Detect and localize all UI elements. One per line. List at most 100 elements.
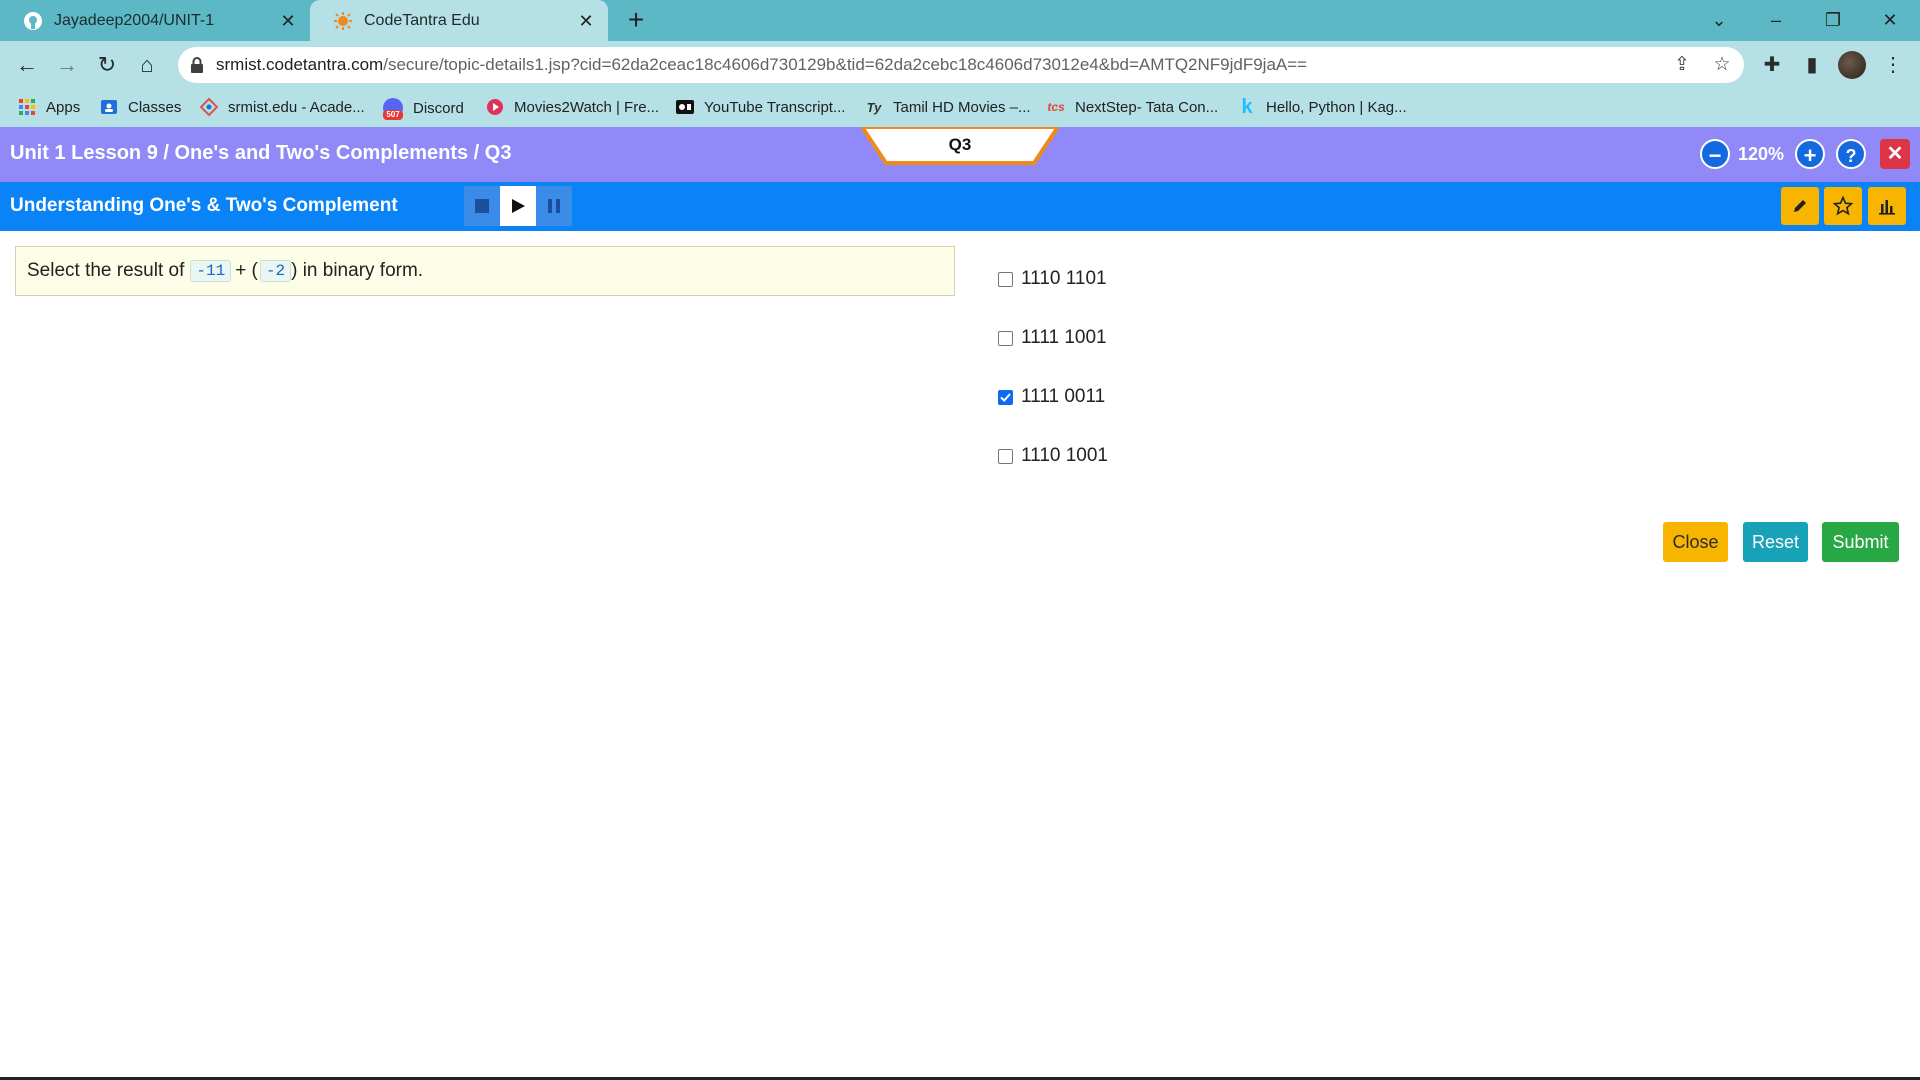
help-icon[interactable]: ?: [1836, 139, 1866, 169]
tab-github[interactable]: Jayadeep2004/UNIT-1 ✕: [0, 0, 310, 41]
operand-code: -11: [190, 260, 232, 282]
bookmark-label: Discord: [413, 99, 464, 117]
stats-chart-icon[interactable]: [1868, 187, 1906, 225]
option-label: 1110 1101: [1021, 268, 1107, 289]
home-icon[interactable]: ⌂: [132, 50, 162, 80]
checkmark-icon: [1000, 392, 1011, 402]
url-path: /secure/topic-details1.jsp?cid=62da2ceac…: [383, 55, 1308, 74]
bookmark-kaggle[interactable]: k Hello, Python | Kag...: [1238, 95, 1407, 118]
close-button[interactable]: Close: [1663, 522, 1728, 562]
kaggle-icon: k: [1241, 95, 1253, 118]
bookmark-srmist[interactable]: srmist.edu - Acade...: [200, 98, 365, 116]
option-checkbox[interactable]: [998, 448, 1013, 464]
question-operator: + (: [235, 260, 258, 281]
close-tab-icon[interactable]: ✕: [576, 11, 596, 31]
window-close-icon[interactable]: ✕: [1870, 6, 1910, 34]
tab-title: CodeTantra Edu: [364, 11, 480, 29]
stop-icon[interactable]: [464, 186, 500, 226]
bookmark-label: Apps: [46, 98, 81, 116]
question-suffix: ) in binary form.: [291, 260, 424, 281]
tcs-icon: tcs: [1047, 100, 1065, 114]
extensions-puzzle-icon[interactable]: ✚: [1758, 51, 1786, 79]
github-icon: [24, 11, 42, 30]
reset-button[interactable]: Reset: [1743, 522, 1808, 562]
zoom-level: 120%: [1738, 144, 1785, 164]
bookmark-youtube-transcript[interactable]: YouTube Transcript...: [676, 98, 845, 116]
discord-icon: 507: [383, 98, 403, 120]
lesson-breadcrumb: Unit 1 Lesson 9 / One's and Two's Comple…: [10, 142, 512, 164]
pencil-icon[interactable]: [1781, 187, 1819, 225]
question-box: Select the result of -11 + ( -2 ) in bin…: [15, 246, 955, 296]
answer-option[interactable]: 1110 1001: [998, 442, 1108, 470]
apps-grid-icon: [18, 98, 36, 116]
back-arrow-icon[interactable]: ←: [12, 50, 42, 80]
bookmark-movies2watch[interactable]: Movies2Watch | Fre...: [486, 98, 659, 116]
question-number: Q3: [948, 135, 972, 154]
srmist-icon: [200, 98, 218, 116]
menu-kebab-icon[interactable]: ⋮: [1879, 51, 1907, 79]
bookmark-tamil-movies[interactable]: Ty Tamil HD Movies –...: [865, 98, 1031, 116]
classes-icon: [100, 98, 118, 116]
bookmark-label: Hello, Python | Kag...: [1266, 98, 1407, 116]
url-bar[interactable]: srmist.codetantra.com/secure/topic-detai…: [178, 47, 1744, 83]
zoom-out-icon[interactable]: −: [1700, 139, 1730, 169]
option-label: 1111 1001: [1021, 327, 1107, 348]
question-text: Select the result of -11 + ( -2 ) in bin…: [27, 260, 423, 282]
answer-option[interactable]: 1110 1101: [998, 265, 1107, 293]
bookmark-classes[interactable]: Classes: [100, 98, 181, 116]
share-icon[interactable]: ⇪: [1670, 53, 1694, 77]
reload-icon[interactable]: ↻: [92, 50, 122, 80]
codetantra-icon: [334, 11, 352, 30]
answer-option[interactable]: 1111 1001: [998, 324, 1107, 352]
youtube-transcript-icon: [676, 98, 694, 116]
bookmarks-bar: Apps Classes srmist.edu - Acade... 507 D…: [0, 89, 1920, 127]
profile-avatar[interactable]: [1838, 51, 1866, 79]
submit-button[interactable]: Submit: [1822, 522, 1899, 562]
tab-search-chevron-icon[interactable]: ⌄: [1699, 6, 1739, 34]
restore-icon[interactable]: ❐: [1813, 6, 1853, 34]
question-tab[interactable]: Q3: [862, 127, 1058, 167]
movies2watch-icon: [486, 98, 504, 116]
option-checkbox[interactable]: [998, 389, 1013, 405]
minimize-icon[interactable]: –: [1756, 6, 1796, 34]
lesson-header-bar: Unit 1 Lesson 9 / One's and Two's Comple…: [0, 127, 1920, 182]
tab-title: Jayadeep2004/UNIT-1: [54, 11, 215, 29]
bookmark-label: Movies2Watch | Fre...: [514, 98, 660, 116]
bookmark-nextstep[interactable]: tcs NextStep- Tata Con...: [1047, 98, 1218, 116]
url-host: srmist.codetantra.com: [216, 55, 384, 74]
address-toolbar: ← → ↻ ⌂ srmist.codetantra.com/secure/top…: [0, 41, 1920, 89]
pause-icon[interactable]: [536, 186, 572, 226]
discord-badge: 507: [383, 110, 403, 120]
bookmark-label: Classes: [128, 98, 182, 116]
forward-arrow-icon[interactable]: →: [52, 50, 82, 80]
topic-header-bar: Understanding One's & Two's Complement: [0, 182, 1920, 231]
option-label: 1110 1001: [1021, 445, 1108, 466]
lock-icon: [190, 56, 204, 74]
browser-tab-bar: Jayadeep2004/UNIT-1 ✕ CodeTantra Edu ✕ +…: [0, 0, 1920, 41]
option-checkbox[interactable]: [998, 271, 1013, 287]
bookmark-label: NextStep- Tata Con...: [1075, 98, 1219, 116]
bookmark-apps[interactable]: Apps: [18, 98, 80, 116]
new-tab-plus-icon[interactable]: +: [622, 6, 650, 34]
operand-code: -2: [259, 260, 292, 282]
side-panel-icon[interactable]: ▮: [1798, 51, 1826, 79]
bookmark-label: Tamil HD Movies –...: [893, 98, 1031, 116]
bookmark-discord[interactable]: 507 Discord: [383, 98, 464, 120]
answer-option[interactable]: 1111 0011: [998, 383, 1105, 411]
url-text: srmist.codetantra.com/secure/topic-detai…: [216, 55, 1307, 75]
star-icon[interactable]: [1824, 187, 1862, 225]
bookmark-star-icon[interactable]: ☆: [1710, 53, 1734, 77]
bookmark-label: YouTube Transcript...: [704, 98, 846, 116]
bookmark-label: srmist.edu - Acade...: [228, 98, 365, 116]
option-checkbox[interactable]: [998, 330, 1013, 346]
play-icon[interactable]: [500, 186, 536, 226]
tab-codetantra[interactable]: CodeTantra Edu ✕: [310, 0, 608, 41]
close-tab-icon[interactable]: ✕: [278, 11, 298, 31]
zoom-in-icon[interactable]: +: [1795, 139, 1825, 169]
question-prefix: Select the result of: [27, 260, 185, 281]
option-label: 1111 0011: [1021, 386, 1106, 407]
media-controls: [464, 186, 572, 226]
topic-title: Understanding One's & Two's Complement: [10, 195, 398, 216]
close-lesson-icon[interactable]: ✕: [1880, 139, 1910, 169]
tamil-movies-icon: Ty: [866, 99, 882, 115]
